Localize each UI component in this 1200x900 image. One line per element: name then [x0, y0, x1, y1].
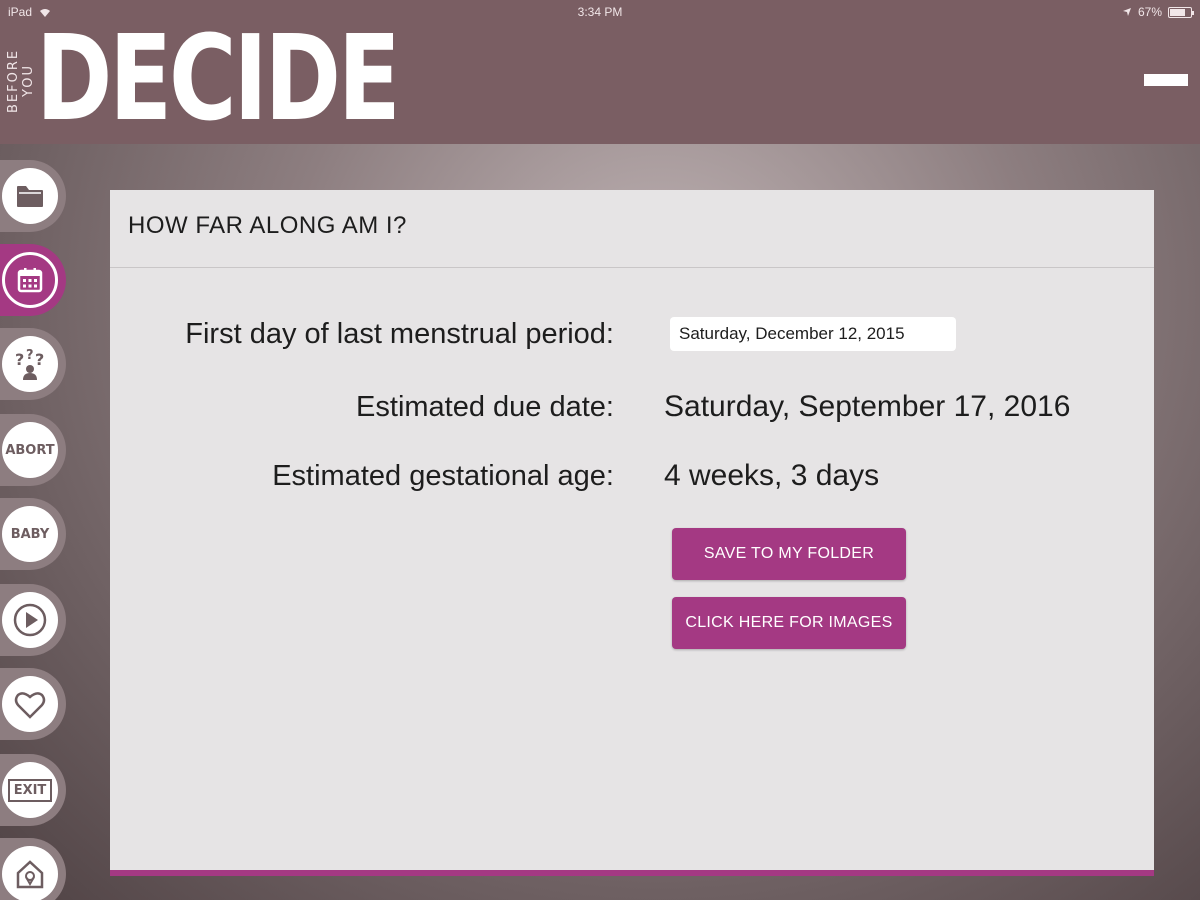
play-icon [13, 603, 47, 637]
heart-icon [14, 692, 46, 719]
sidebar-item-heart[interactable] [0, 668, 66, 740]
sidebar: ? ? ? ABORT BABY EXIT [0, 150, 70, 900]
baby-icon: BABY [2, 506, 58, 562]
due-date-value: Saturday, September 17, 2016 [664, 390, 1071, 423]
sidebar-item-baby[interactable]: BABY [0, 498, 66, 570]
home-location-icon [16, 860, 44, 889]
lmp-date-picker[interactable]: Saturday, December 12, 2015 [670, 317, 956, 351]
sidebar-item-exit[interactable]: EXIT [0, 754, 66, 826]
lmp-label: First day of last menstrual period: [185, 318, 614, 350]
sidebar-item-play[interactable] [0, 584, 66, 656]
brand-logo: DECIDE [36, 9, 401, 147]
questions-icon: ? ? ? [15, 348, 44, 380]
sidebar-item-questions[interactable]: ? ? ? [0, 328, 66, 400]
sidebar-item-abort[interactable]: ABORT [0, 414, 66, 486]
page-title: HOW FAR ALONG AM I? [128, 212, 407, 239]
sidebar-item-calendar[interactable] [0, 244, 66, 316]
images-button[interactable]: CLICK HERE FOR IMAGES [672, 597, 906, 649]
calculator-card: HOW FAR ALONG AM I? First day of last me… [110, 190, 1154, 870]
exit-icon: EXIT [7, 778, 53, 802]
battery-icon [1168, 6, 1194, 18]
menu-icon[interactable] [1144, 74, 1188, 86]
app-header: BEFORE YOU DECIDE [0, 18, 1200, 144]
battery-percent: 67% [1137, 5, 1162, 19]
svg-text:?: ? [26, 348, 34, 363]
sidebar-item-home[interactable] [0, 838, 66, 900]
svg-text:?: ? [35, 350, 44, 369]
gestational-age-value: 4 weeks, 3 days [664, 459, 880, 492]
location-arrow-icon [1122, 8, 1131, 16]
divider [110, 267, 1154, 268]
calendar-icon [17, 268, 43, 293]
card-accent-bar [110, 870, 1154, 876]
save-to-folder-button[interactable]: SAVE TO MY FOLDER [672, 528, 906, 580]
sidebar-item-folder[interactable] [0, 160, 66, 232]
folder-icon [17, 186, 43, 207]
due-date-label: Estimated due date: [356, 391, 614, 423]
abort-icon: ABORT [2, 422, 58, 478]
svg-text:?: ? [15, 350, 24, 369]
gestational-age-label: Estimated gestational age: [272, 460, 614, 492]
brand-tagline: BEFORE YOU [6, 48, 36, 114]
